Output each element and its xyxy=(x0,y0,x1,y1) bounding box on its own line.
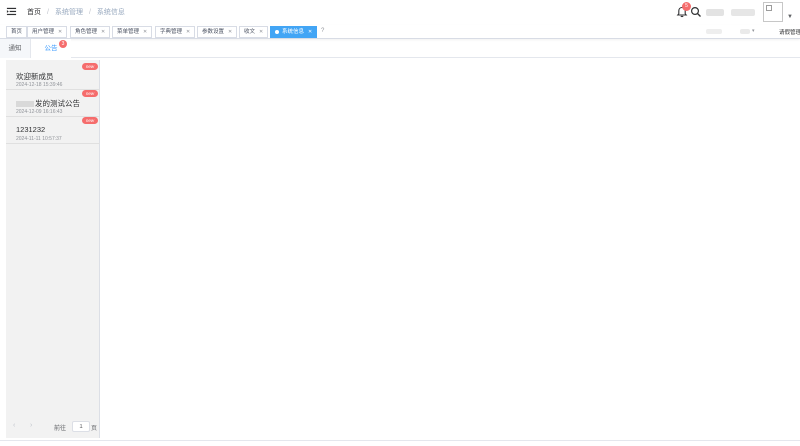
close-icon[interactable]: ✕ xyxy=(228,27,232,37)
announcement-list: new 欢迎新成员 2024-12-18 15:39:46 new 发的测试公告… xyxy=(6,60,100,438)
new-badge: new xyxy=(82,117,98,124)
tag-label: 系统信息 xyxy=(282,29,305,35)
tag-label: 角色管理 xyxy=(75,29,98,35)
breadcrumb-current: 系统信息 xyxy=(96,9,125,16)
redacted-block xyxy=(16,101,34,108)
search-icon[interactable] xyxy=(690,6,702,18)
new-badge: new xyxy=(82,63,98,70)
tags-view: 首页 用户管理 ✕ 角色管理 ✕ 菜单管理 ✕ 字典管理 ✕ 参数设置 ✕ 收文 ✕ 系统信… xyxy=(0,25,800,39)
breadcrumb-home[interactable]: 首页 xyxy=(27,7,41,17)
message-tabs: 通知 公告 xyxy=(0,39,800,58)
chevron-right-icon[interactable]: › xyxy=(30,422,32,429)
redacted-block xyxy=(706,9,724,16)
close-icon[interactable]: ✕ xyxy=(259,27,263,37)
tag-role-management[interactable]: 角色管理 ✕ xyxy=(70,26,111,38)
navbar: 首页 / 系统管理 / 系统信息 5 ▼ xyxy=(0,0,800,25)
caret-down-icon[interactable]: ▼ xyxy=(787,14,793,20)
redacted-block xyxy=(706,29,722,34)
divider xyxy=(0,440,800,441)
tag-label: 菜单管理 xyxy=(117,29,140,35)
hamburger-icon[interactable] xyxy=(6,6,17,17)
close-icon[interactable]: ✕ xyxy=(58,27,62,37)
avatar[interactable] xyxy=(763,2,783,22)
broken-image-icon xyxy=(766,5,772,11)
pagination-goto-label: 前往 xyxy=(54,426,67,432)
tag-system-info[interactable]: 系统信息 ✕ xyxy=(270,26,318,38)
item-time: 2024-12-18 15:39:46 xyxy=(16,82,63,88)
close-icon[interactable]: ✕ xyxy=(101,27,105,37)
item-title: 欢迎新成员 xyxy=(16,72,54,81)
list-item[interactable]: new 1231232 2024-11-11 10:57:37 xyxy=(6,117,100,144)
tag-user-management[interactable]: 用户管理 ✕ xyxy=(27,26,68,38)
item-title: 发的测试公告 xyxy=(35,99,80,108)
tag-label: 收文 xyxy=(244,29,256,35)
message-detail-view xyxy=(101,60,800,438)
new-badge: new xyxy=(82,90,98,97)
tag-dict-management[interactable]: 字典管理 ✕ xyxy=(155,26,196,38)
pagination: ‹ › 前往 页 xyxy=(6,421,100,433)
tag-param-settings[interactable]: 参数设置 ✕ xyxy=(197,26,238,38)
tag-label: 首页 xyxy=(11,29,23,35)
item-time: 2024-12-09 16:16:43 xyxy=(16,109,63,115)
chevron-left-icon[interactable]: ‹ xyxy=(13,422,15,429)
breadcrumb-separator: / xyxy=(88,8,91,16)
tag-unknown[interactable]: ? xyxy=(321,28,324,34)
pagination-page-suffix: 页 xyxy=(91,426,98,432)
tag-leave-management[interactable]: 请假管理 xyxy=(779,28,800,36)
breadcrumb-system-management[interactable]: 系统管理 xyxy=(55,7,83,17)
list-item[interactable]: new 欢迎新成员 2024-12-18 15:39:46 xyxy=(6,63,100,90)
close-icon[interactable]: ✕ xyxy=(308,27,312,37)
caret-down-icon[interactable]: ▾ xyxy=(752,28,755,34)
tag-label: 参数设置 xyxy=(202,29,225,35)
tag-label: 用户管理 xyxy=(32,29,55,35)
tag-incoming-docs[interactable]: 收文 ✕ xyxy=(239,26,269,38)
tab-notice[interactable]: 通知 xyxy=(0,39,31,58)
list-item[interactable]: new 发的测试公告 2024-12-09 16:16:43 xyxy=(6,90,100,117)
tag-label: 字典管理 xyxy=(160,29,183,35)
announcement-count-badge: 3 xyxy=(59,40,67,48)
active-dot-icon xyxy=(275,30,279,34)
breadcrumb: 首页 / 系统管理 / 系统信息 xyxy=(27,7,125,17)
item-time: 2024-11-11 10:57:37 xyxy=(16,136,62,142)
redacted-block xyxy=(740,29,750,34)
close-icon[interactable]: ✕ xyxy=(143,27,147,37)
item-title: 1231232 xyxy=(16,125,46,134)
breadcrumb-separator: / xyxy=(47,8,49,16)
tag-home[interactable]: 首页 xyxy=(6,26,28,38)
page-jump-input[interactable] xyxy=(72,421,90,432)
close-icon[interactable]: ✕ xyxy=(186,27,190,37)
item-title-wrapper: 发的测试公告 xyxy=(16,98,80,109)
tag-menu-management[interactable]: 菜单管理 ✕ xyxy=(112,26,153,38)
redacted-block xyxy=(731,9,755,16)
